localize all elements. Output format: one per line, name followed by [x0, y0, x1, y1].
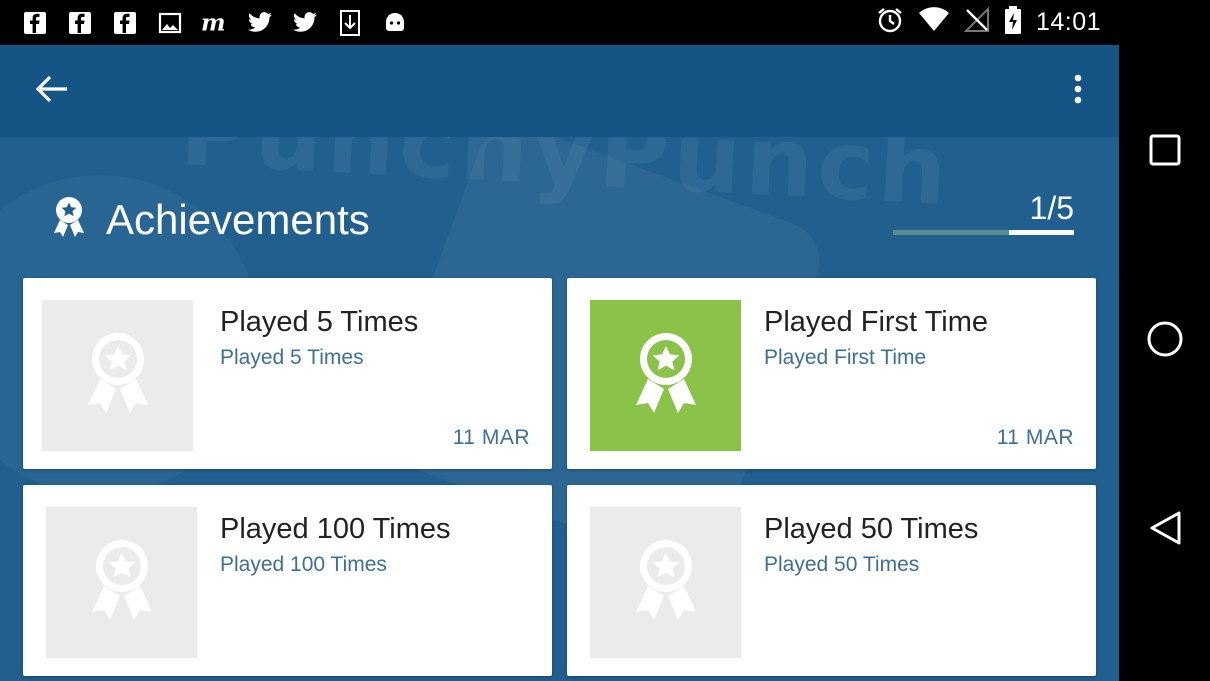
achievement-badge [590, 507, 741, 658]
achievement-badge [590, 300, 741, 451]
achievement-card[interactable]: Played 5 Times Played 5 Times 11 MAR [23, 278, 552, 469]
status-bar: m 14:01 [0, 0, 1119, 45]
achievements-header: Achievements [50, 195, 370, 244]
progress-bar-fill [1008, 230, 1074, 235]
nav-back-button[interactable] [1119, 490, 1210, 570]
back-button[interactable] [28, 69, 76, 113]
award-ribbon-icon [50, 195, 88, 244]
achievement-card[interactable]: Played First Time Played First Time 11 M… [567, 278, 1096, 469]
award-ribbon-icon [628, 536, 704, 629]
system-icons: 14:01 [876, 0, 1101, 45]
facebook-icon [65, 8, 94, 37]
app-toolbar [0, 45, 1119, 137]
achievement-description: Played 50 Times [764, 553, 920, 576]
home-button[interactable] [1119, 301, 1210, 381]
notification-icons: m [20, 0, 409, 45]
award-ribbon-icon [80, 329, 156, 422]
page-title: Achievements [106, 195, 370, 243]
progress-bar [893, 230, 1074, 235]
android-icon [380, 8, 409, 37]
overflow-menu-button[interactable] [1058, 69, 1098, 113]
award-ribbon-icon [628, 329, 704, 422]
achievement-title: Played 50 Times [764, 513, 979, 545]
achievement-description: Played 100 Times [220, 553, 387, 576]
achievement-title: Played 5 Times [220, 306, 419, 338]
battery-charging-icon [1004, 5, 1022, 40]
recents-button[interactable] [1119, 112, 1210, 192]
award-ribbon-icon [84, 536, 160, 629]
back-triangle-icon [1148, 510, 1182, 551]
messenger-icon: m [200, 8, 229, 37]
facebook-icon [110, 8, 139, 37]
arrow-left-icon [35, 74, 69, 109]
achievement-card[interactable]: Played 100 Times Played 100 Times [23, 485, 552, 676]
progress-count: 1/5 [1029, 190, 1074, 226]
clock-time: 14:01 [1035, 8, 1101, 36]
facebook-icon [20, 8, 49, 37]
home-icon [1146, 320, 1184, 363]
achievement-badge [42, 300, 193, 451]
achievement-title: Played First Time [764, 306, 988, 338]
image-icon [155, 8, 184, 37]
navigation-bar [1119, 0, 1210, 681]
achievement-date: 11 MAR [452, 426, 530, 449]
svg-text:m: m [201, 11, 226, 35]
achievement-card[interactable]: Played 50 Times Played 50 Times [567, 485, 1096, 676]
achievement-description: Played 5 Times [220, 346, 364, 369]
wifi-icon [918, 7, 950, 38]
download-icon [335, 8, 364, 37]
twitter-icon [290, 8, 319, 37]
achievement-description: Played First Time [764, 346, 927, 369]
twitter-icon [245, 8, 274, 37]
more-vert-icon [1073, 73, 1083, 110]
achievement-date: 11 MAR [996, 426, 1074, 449]
achievement-badge [46, 507, 197, 658]
alarm-icon [876, 6, 904, 39]
achievements-screen: PunchyPunch Achievements 1/5 Played 5 Ti… [0, 45, 1119, 681]
recents-icon [1149, 134, 1181, 171]
achievement-title: Played 100 Times [220, 513, 451, 545]
no-signal-icon [963, 6, 990, 38]
